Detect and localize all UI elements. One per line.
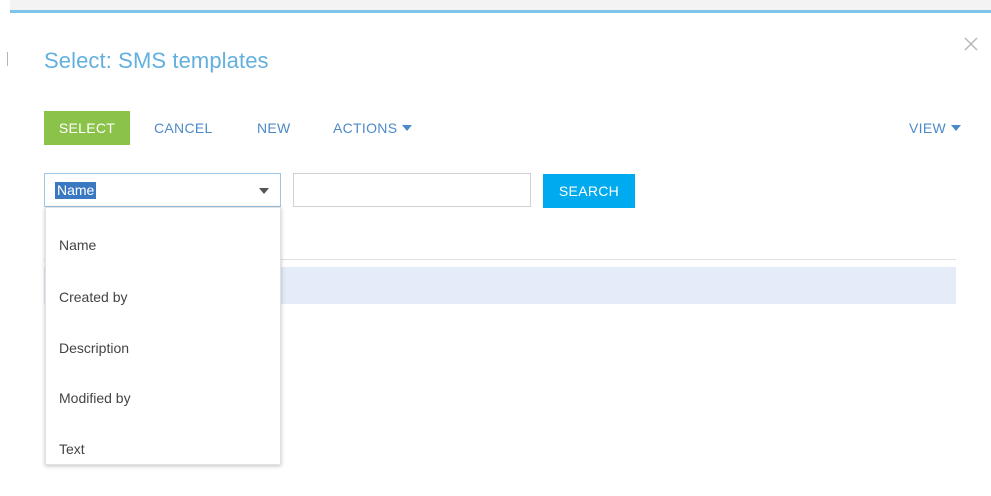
- view-label: VIEW: [909, 120, 946, 136]
- filter-column-dropdown-list: Name Created by Description Modified by …: [45, 207, 281, 465]
- dropdown-option-modified-by[interactable]: Modified by: [46, 373, 280, 423]
- dropdown-arrow-icon: [259, 188, 269, 194]
- close-icon[interactable]: [962, 35, 980, 53]
- dropdown-option-created-by[interactable]: Created by: [46, 272, 280, 322]
- lookup-dialog: Select: SMS templates SELECT CANCEL NEW …: [10, 10, 991, 496]
- dialog-title: Select: SMS templates: [44, 48, 269, 73]
- cancel-button[interactable]: CANCEL: [154, 111, 213, 145]
- actions-menu-button[interactable]: ACTIONS: [333, 111, 413, 145]
- new-button[interactable]: NEW: [257, 111, 291, 145]
- filter-column-select[interactable]: Name: [44, 173, 281, 207]
- search-input[interactable]: [293, 173, 531, 207]
- search-button[interactable]: SEARCH: [543, 174, 635, 208]
- caret-down-icon: [402, 125, 413, 131]
- caret-down-icon: [950, 125, 961, 131]
- filter-column-selected-value: Name: [55, 182, 97, 199]
- view-menu-button[interactable]: VIEW: [909, 111, 961, 145]
- background-page-mark: [7, 52, 8, 66]
- background-page-edge: [0, 0, 10, 496]
- dropdown-option-name[interactable]: Name: [46, 220, 280, 270]
- dropdown-option-description[interactable]: Description: [46, 323, 280, 373]
- actions-label: ACTIONS: [333, 120, 398, 136]
- select-button[interactable]: SELECT: [44, 111, 130, 145]
- dropdown-option-text[interactable]: Text: [46, 424, 280, 474]
